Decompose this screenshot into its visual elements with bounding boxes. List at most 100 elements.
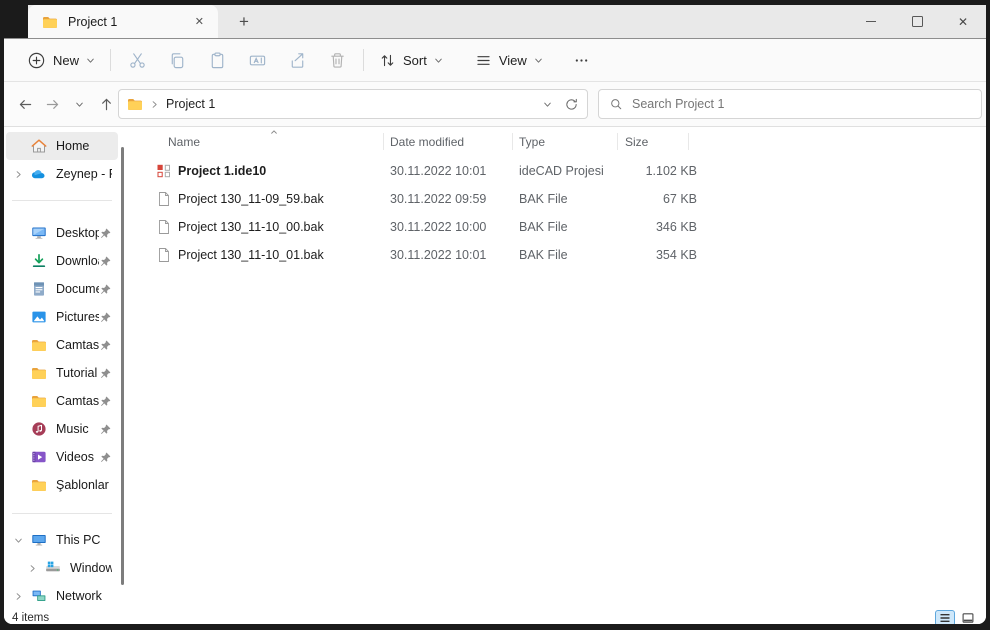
bak-file-icon: [156, 219, 172, 235]
thumbnail-view-icon: [961, 611, 975, 625]
arrow-right-icon: [44, 96, 61, 113]
rename-icon: [248, 51, 267, 70]
sidebar-item-this-pc[interactable]: This PC: [6, 526, 118, 554]
address-bar[interactable]: Project 1: [118, 89, 588, 119]
search-box[interactable]: Search Project 1: [598, 89, 982, 119]
address-row: Project 1 Search Project 1: [4, 82, 986, 127]
column-header-type[interactable]: Type: [519, 135, 545, 149]
tab-close-icon[interactable]: ✕: [191, 13, 208, 30]
file-type: ideCAD Projesi: [519, 164, 604, 178]
pictures-icon: [31, 309, 47, 325]
tab-project-1[interactable]: Project 1 ✕: [28, 5, 218, 38]
pin-icon: [99, 423, 112, 436]
delete-button[interactable]: [317, 44, 357, 76]
file-row[interactable]: Project 130_11-09_59.bak30.11.2022 09:59…: [136, 185, 986, 213]
ellipsis-icon: [573, 52, 590, 69]
tab-strip-lead: [4, 5, 28, 38]
folder-icon: [42, 14, 58, 30]
forward-button[interactable]: [39, 89, 66, 119]
sidebar-item-music[interactable]: Music: [6, 415, 118, 443]
arrow-left-icon: [17, 96, 34, 113]
sidebar-item-camtasia-stu[interactable]: Camtasia Stu: [6, 387, 118, 415]
file-row[interactable]: Project 130_11-10_00.bak30.11.2022 10:00…: [136, 213, 986, 241]
chevron-right-icon[interactable]: [28, 564, 37, 573]
sidebar-item-pictures[interactable]: Pictures: [6, 303, 118, 331]
minimize-button[interactable]: [848, 5, 894, 38]
file-row[interactable]: Project 130_11-10_01.bak 30.11.2022 10:01…: [136, 241, 986, 269]
column-divider[interactable]: [383, 133, 384, 150]
sidebar-item-label: Windows (C:): [70, 561, 112, 575]
network-icon: [31, 588, 47, 604]
new-button-label: New: [53, 53, 79, 68]
new-tab-button[interactable]: +: [230, 5, 258, 38]
title-bar: Project 1 ✕ + ✕: [4, 5, 986, 38]
sidebar-item-zeynep-person[interactable]: Zeynep - Person: [6, 160, 118, 188]
column-header-name[interactable]: Name: [168, 135, 200, 149]
sidebar-item-label: Desktop: [56, 226, 99, 240]
paste-button[interactable]: [197, 44, 237, 76]
new-button[interactable]: New: [18, 44, 104, 76]
file-type: BAK File: [519, 220, 568, 234]
share-icon: [288, 51, 307, 70]
chevron-right-icon[interactable]: [14, 170, 23, 179]
thumbnail-view-toggle[interactable]: [958, 610, 978, 625]
close-button[interactable]: ✕: [940, 5, 986, 38]
rename-button[interactable]: [237, 44, 277, 76]
folder-icon: [31, 393, 47, 409]
file-size: 1.102 KB: [596, 164, 697, 178]
sidebar-item--ablonlar[interactable]: Şablonlar: [6, 471, 118, 499]
videos-icon: [31, 449, 47, 465]
column-divider[interactable]: [617, 133, 618, 150]
sidebar-item-windows-c-[interactable]: Windows (C:): [6, 554, 118, 582]
sidebar-separator: [12, 200, 112, 201]
sidebar-item-desktop[interactable]: Desktop: [6, 219, 118, 247]
back-button[interactable]: [12, 89, 39, 119]
file-name: Project 130_11-10_01.bak: [178, 248, 324, 262]
chevron-down-icon[interactable]: [14, 536, 23, 545]
see-more-button[interactable]: [564, 44, 599, 76]
maximize-button[interactable]: [894, 5, 940, 38]
share-button[interactable]: [277, 44, 317, 76]
thispc-icon: [31, 532, 47, 548]
sidebar-item-network[interactable]: Network: [6, 582, 118, 610]
pin-icon: [99, 339, 112, 352]
sidebar-item-downloads[interactable]: Downloads: [6, 247, 118, 275]
sort-button[interactable]: Sort: [370, 44, 452, 76]
view-button-label: View: [499, 53, 527, 68]
file-size: 354 KB: [596, 248, 697, 262]
sidebar-item-label: Camtasia Stu: [56, 394, 99, 408]
file-row[interactable]: Project 1.ide1030.11.2022 10:01ideCAD Pr…: [136, 157, 986, 185]
copy-button[interactable]: [157, 44, 197, 76]
pin-icon: [99, 395, 112, 408]
sidebar-item-label: Videos: [56, 450, 99, 464]
refresh-icon[interactable]: [564, 97, 579, 112]
chevron-right-icon: [150, 100, 159, 109]
column-header-date-modified[interactable]: Date modified: [390, 135, 464, 149]
sidebar-item-documents[interactable]: Documents: [6, 275, 118, 303]
sidebar-item-tutorial-sessi[interactable]: Tutorial sessi: [6, 359, 118, 387]
chevron-right-icon[interactable]: [14, 592, 23, 601]
column-divider[interactable]: [688, 133, 689, 150]
file-name: Project 1.ide10: [178, 164, 266, 178]
sidebar-item-videos[interactable]: Videos: [6, 443, 118, 471]
breadcrumb[interactable]: Project 1: [166, 97, 543, 111]
sidebar-item-home[interactable]: Home: [6, 132, 118, 160]
sidebar-item-camtasia-file[interactable]: Camtasia File: [6, 331, 118, 359]
chevron-down-icon: [534, 56, 543, 65]
copy-icon: [168, 51, 187, 70]
column-divider[interactable]: [512, 133, 513, 150]
cut-button[interactable]: [117, 44, 157, 76]
up-button[interactable]: [93, 89, 120, 119]
details-view-toggle[interactable]: [935, 610, 955, 625]
content-area: HomeZeynep - Person Desktop DownloadsDocum…: [4, 127, 986, 611]
sidebar-scrollbar[interactable]: [121, 147, 124, 585]
pin-icon: [99, 451, 112, 464]
view-button[interactable]: View: [466, 44, 552, 76]
column-header-row: Name Date modified Type Size: [136, 127, 986, 157]
column-header-size[interactable]: Size: [625, 135, 648, 149]
pin-icon: [99, 227, 112, 240]
file-date-modified: 30.11.2022 10:01: [390, 248, 486, 262]
file-explorer-window: Project 1 ✕ + ✕ New Sort View: [4, 5, 986, 624]
address-dropdown-icon[interactable]: [543, 100, 552, 109]
recent-locations-button[interactable]: [66, 89, 93, 119]
